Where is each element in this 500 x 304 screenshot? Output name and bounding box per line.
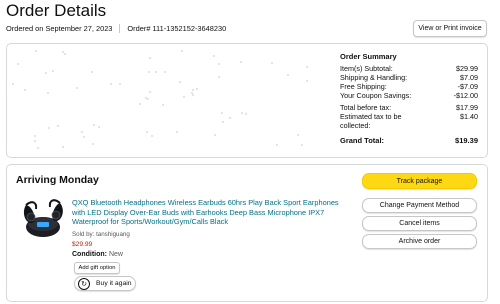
add-gift-option-button[interactable]: Add gift option	[74, 262, 120, 274]
summary-row: Estimated tax to be collected: $1.40	[340, 112, 478, 130]
archive-order-button[interactable]: Archive order	[362, 234, 477, 249]
product-image[interactable]	[20, 197, 66, 241]
condition-label: Condition:	[72, 251, 107, 258]
view-print-invoice-button[interactable]: View or Print invoice	[413, 20, 487, 37]
buy-it-again-button[interactable]: ↻ Buy it again	[74, 276, 136, 291]
order-date: Ordered on September 27, 2023	[6, 24, 113, 33]
summary-row: Free Shipping: -$7.09	[340, 82, 478, 91]
order-meta: Ordered on September 27, 2023 Order# 111…	[6, 24, 226, 33]
summary-row: Your Coupon Savings: -$12.00	[340, 91, 478, 100]
condition-value: New	[108, 251, 123, 258]
reorder-icon: ↻	[78, 277, 90, 290]
redacted-address-region	[10, 48, 330, 154]
order-number: Order# 111-1352152-3648230	[127, 24, 227, 33]
cancel-items-button[interactable]: Cancel items	[362, 216, 477, 231]
track-package-button[interactable]: Track package	[362, 173, 477, 189]
delivery-status: Arriving Monday	[16, 174, 99, 186]
item-price: $29.99	[72, 241, 93, 248]
item-condition: Condition: New	[72, 251, 123, 258]
meta-divider	[119, 24, 121, 33]
order-summary-title: Order Summary	[340, 52, 397, 61]
summary-row: Item(s) Subtotal: $29.99	[340, 64, 478, 73]
page-title: Order Details	[6, 1, 107, 20]
product-title-link[interactable]: QXQ Bluetooth Headphones Wireless Earbud…	[72, 198, 344, 227]
sold-by: Sold by: tanshiguang	[72, 231, 130, 238]
change-payment-method-button[interactable]: Change Payment Method	[362, 198, 477, 213]
summary-row: Total before tax: $17.99	[340, 103, 478, 112]
buy-it-again-label: Buy it again	[96, 280, 132, 287]
summary-row: Shipping & Handling: $7.09	[340, 73, 478, 82]
grand-total-row: Grand Total: $19.39	[340, 136, 478, 145]
order-summary: Order Summary Item(s) Subtotal: $29.99 Sh…	[340, 52, 478, 145]
